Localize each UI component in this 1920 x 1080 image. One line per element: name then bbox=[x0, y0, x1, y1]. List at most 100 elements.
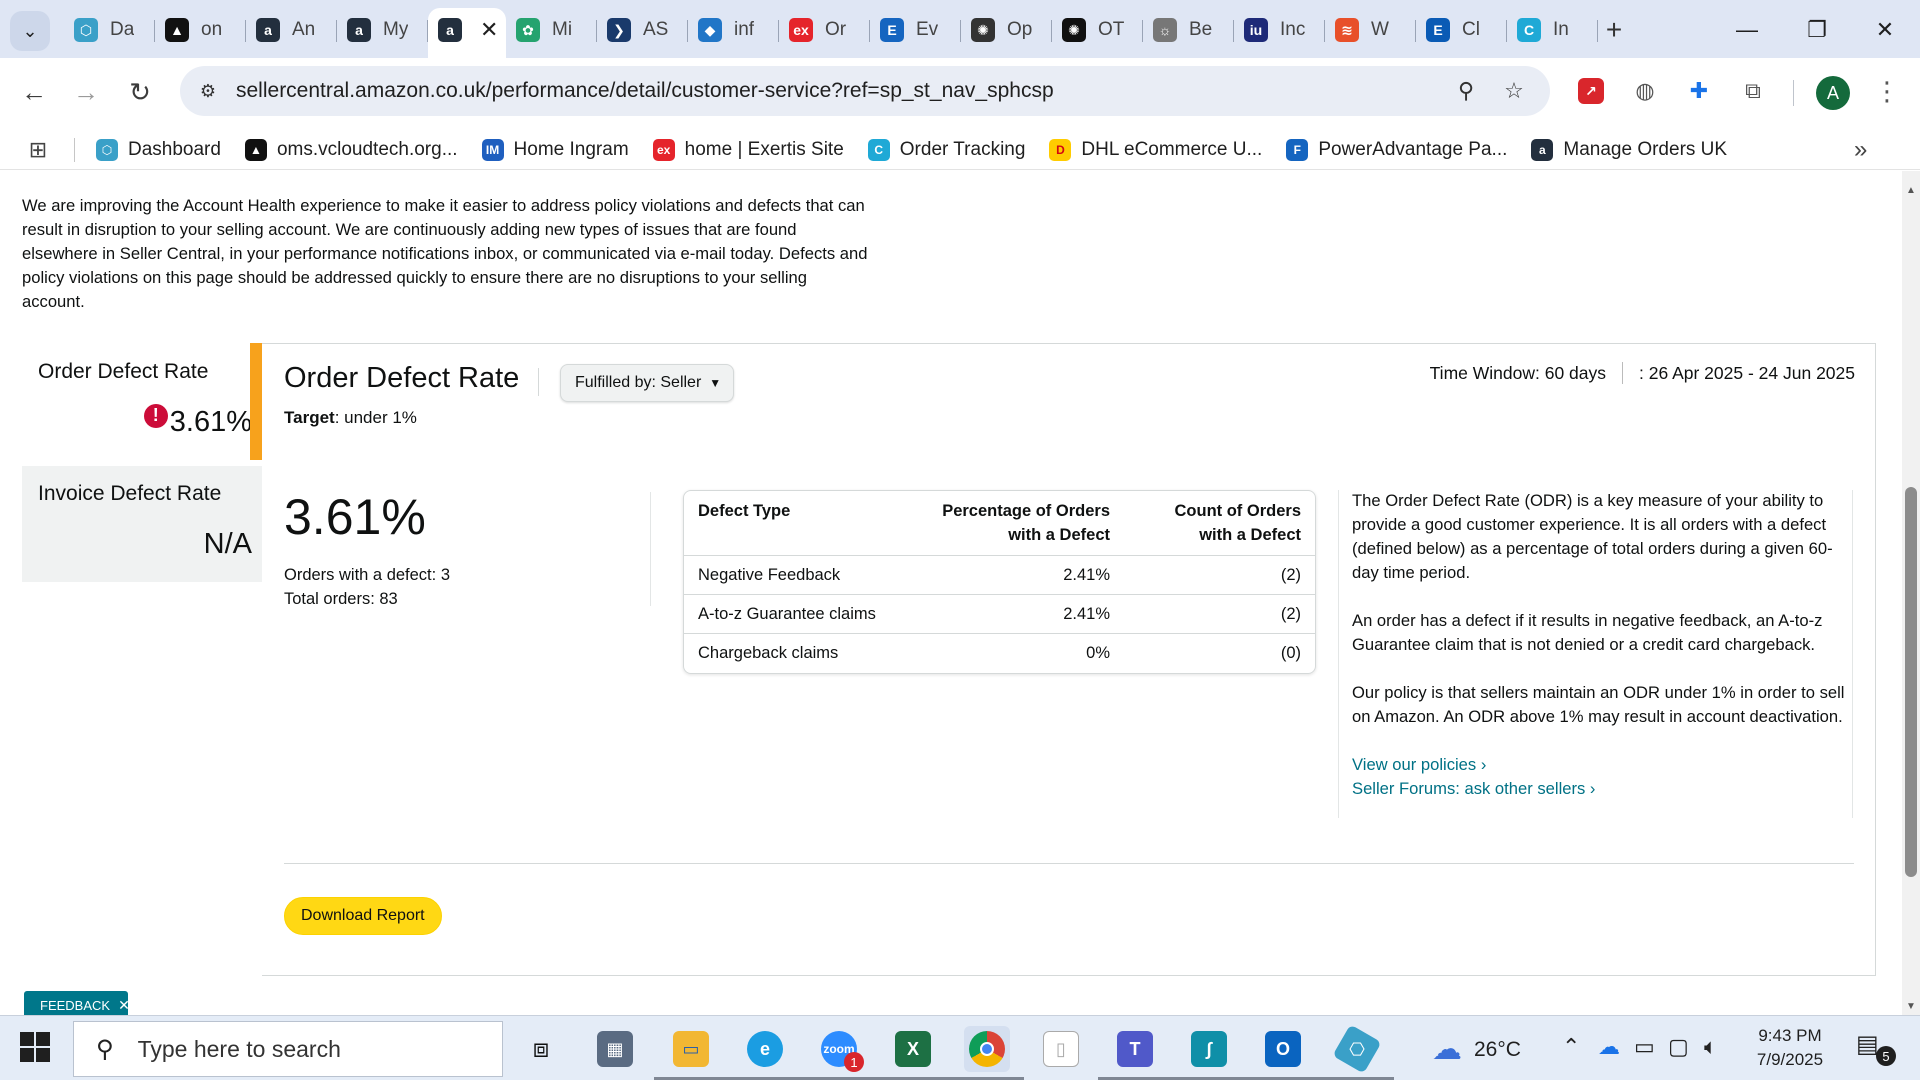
menu-kebab-icon[interactable]: ⋮ bbox=[1870, 74, 1904, 108]
vpn-extension-icon[interactable]: ✚ bbox=[1682, 74, 1716, 108]
bookmark-item[interactable]: F PowerAdvantage Pa... bbox=[1286, 136, 1507, 164]
table-cell: 2.41% bbox=[904, 556, 1124, 595]
bookmark-star-icon[interactable]: ☆ bbox=[1500, 77, 1528, 105]
more-bookmarks-chevron-icon[interactable]: » bbox=[1854, 136, 1867, 164]
fulfilled-by-dropdown[interactable]: Fulfilled by: Seller ▼ bbox=[560, 364, 734, 402]
tab-item[interactable]: ☼ Be bbox=[1143, 8, 1234, 52]
tab-item[interactable]: a An bbox=[246, 8, 337, 52]
clock-time: 9:43 PM bbox=[1758, 1026, 1822, 1045]
outlook-icon[interactable]: O bbox=[1246, 1026, 1320, 1080]
tab-item[interactable]: ✺ Op bbox=[961, 8, 1052, 52]
bookmark-item[interactable]: ex home | Exertis Site bbox=[652, 136, 844, 164]
battery-icon[interactable]: ▭ bbox=[1634, 1034, 1655, 1060]
table-cell: (2) bbox=[1124, 556, 1315, 595]
scroll-down-arrow-icon[interactable]: ▼ bbox=[1906, 1001, 1916, 1012]
forward-button[interactable]: → bbox=[66, 72, 106, 112]
zoom-app-icon[interactable]: zoom 1 bbox=[802, 1026, 876, 1080]
tab-item[interactable]: a My bbox=[337, 8, 428, 52]
scrollbar-thumb[interactable] bbox=[1905, 487, 1917, 877]
close-window-button[interactable]: ✕ bbox=[1860, 10, 1910, 50]
bookmark-label: Manage Orders UK bbox=[1563, 139, 1728, 160]
weather-widget[interactable]: ☁ 26°C bbox=[1432, 1032, 1521, 1067]
url-text[interactable]: sellercentral.amazon.co.uk/performance/d… bbox=[236, 79, 1054, 103]
tab-item[interactable]: ≋ W bbox=[1325, 8, 1416, 52]
chrome-icon[interactable] bbox=[950, 1026, 1024, 1080]
apps-grid-icon[interactable]: ⊞ bbox=[26, 137, 50, 162]
scroll-up-arrow-icon[interactable]: ▲ bbox=[1906, 185, 1916, 196]
globe-extension-icon[interactable]: ◍ bbox=[1628, 74, 1662, 108]
sidebar-item-value: N/A bbox=[203, 528, 252, 560]
tab-item[interactable]: ◆ inf bbox=[688, 8, 779, 52]
amazon-icon: a bbox=[1531, 139, 1554, 161]
alert-icon: ! bbox=[143, 403, 168, 428]
tab-item[interactable]: E Cl bbox=[1416, 8, 1507, 52]
notepad-icon[interactable]: ▯ bbox=[1038, 1026, 1084, 1072]
zoom-icon[interactable]: ⚲ bbox=[1452, 77, 1480, 105]
task-view-icon[interactable]: ⧈ bbox=[518, 1026, 564, 1072]
download-report-button[interactable]: Download Report bbox=[284, 897, 442, 935]
address-bar[interactable]: ⚙ sellercentral.amazon.co.uk/performance… bbox=[180, 66, 1550, 116]
reload-button[interactable]: ↻ bbox=[120, 72, 160, 112]
tab-item[interactable]: E Ev bbox=[870, 8, 961, 52]
view-policies-link[interactable]: View our policies › bbox=[1352, 753, 1856, 777]
bulb-icon: ☼ bbox=[1153, 18, 1177, 42]
back-button[interactable]: ← bbox=[14, 72, 54, 112]
taskbar-search-input[interactable]: ⚲ Type here to search bbox=[73, 1021, 503, 1077]
tab-item[interactable]: ❯ AS bbox=[597, 8, 688, 52]
tab-item[interactable]: C In bbox=[1507, 8, 1598, 52]
sway-app-icon[interactable]: ∫ bbox=[1172, 1026, 1246, 1080]
minimize-button[interactable]: — bbox=[1722, 10, 1772, 50]
profile-avatar[interactable]: A bbox=[1816, 76, 1850, 110]
table-header-row: Defect Type Percentage of Orders with a … bbox=[684, 491, 1315, 556]
tab-item[interactable]: ✺ OT bbox=[1052, 8, 1143, 52]
date-range: : 26 Apr 2025 - 24 Jun 2025 bbox=[1639, 362, 1855, 383]
new-tab-button[interactable]: + bbox=[1596, 12, 1632, 48]
bookmark-item[interactable]: ▲ oms.vcloudtech.org... bbox=[244, 136, 458, 164]
tab-item[interactable]: ex Or bbox=[779, 8, 870, 52]
bookmark-item[interactable]: C Order Tracking bbox=[867, 136, 1025, 164]
tab-active[interactable]: a ✕ bbox=[428, 8, 506, 58]
calculator-icon[interactable]: ▦ bbox=[592, 1026, 638, 1072]
bookmarks-bar: ⊞ ⬡ Dashboard ▲ oms.vcloudtech.org... IM Home… bbox=[0, 130, 1920, 170]
sidebar-item-order-defect-rate[interactable]: Order Defect Rate ! 3.61% bbox=[22, 344, 262, 460]
hexagon-app-icon[interactable]: ⬡ bbox=[1320, 1024, 1394, 1080]
bookmark-item[interactable]: IM Home Ingram bbox=[481, 136, 629, 164]
tab-search-button[interactable]: ⌄ bbox=[10, 11, 50, 51]
bookmarks-separator bbox=[74, 138, 75, 162]
tab-item[interactable]: ✿ Mi bbox=[506, 8, 597, 52]
active-indicator bbox=[250, 343, 262, 460]
bookmark-item[interactable]: D DHL eCommerce U... bbox=[1049, 136, 1262, 164]
tab-title: on bbox=[201, 19, 223, 40]
notification-center-icon[interactable]: ▤ 5 bbox=[1856, 1030, 1896, 1066]
page-scrollbar[interactable]: ▲ ▼ bbox=[1902, 171, 1920, 1015]
excel-icon[interactable]: X bbox=[876, 1026, 950, 1080]
teams-icon[interactable]: T bbox=[1098, 1026, 1172, 1080]
extensions-puzzle-icon[interactable]: ⧉ bbox=[1736, 74, 1770, 108]
network-icon[interactable]: ▢ bbox=[1668, 1034, 1689, 1060]
restore-button[interactable]: ❐ bbox=[1792, 10, 1842, 50]
volume-icon[interactable]: 🔈︎ bbox=[1704, 1034, 1717, 1060]
tab-item[interactable]: ▲ on bbox=[155, 8, 246, 52]
site-info-icon[interactable]: ⚙ bbox=[194, 77, 222, 105]
sidebar-item-invoice-defect-rate[interactable]: Invoice Defect Rate N/A bbox=[22, 466, 262, 582]
tab-close-icon[interactable]: ✕ bbox=[480, 17, 498, 43]
bookmark-label: Dashboard bbox=[128, 139, 221, 160]
amazon-icon: a bbox=[347, 18, 371, 42]
layers-icon: ≋ bbox=[1335, 18, 1359, 42]
taskbar-clock[interactable]: 9:43 PM 7/9/2025 bbox=[1740, 1024, 1840, 1072]
tray-chevron-up-icon[interactable]: ⌃ bbox=[1562, 1034, 1580, 1060]
bookmark-item[interactable]: ⬡ Dashboard bbox=[96, 136, 221, 164]
onedrive-icon[interactable]: ☁ bbox=[1598, 1034, 1620, 1060]
edge-icon[interactable]: e bbox=[728, 1026, 802, 1080]
tab-item[interactable]: ⬡ Da bbox=[64, 8, 155, 52]
seller-forums-link[interactable]: Seller Forums: ask other sellers › bbox=[1352, 777, 1856, 801]
file-explorer-icon[interactable]: ▭ bbox=[654, 1026, 728, 1080]
iu-icon: iu bbox=[1244, 18, 1268, 42]
pdf-extension-icon[interactable]: ↗ bbox=[1574, 74, 1608, 108]
bookmark-item[interactable]: a Manage Orders UK bbox=[1531, 136, 1727, 164]
windows-start-icon[interactable] bbox=[20, 1032, 50, 1062]
tab-item[interactable]: iu Inc bbox=[1234, 8, 1325, 52]
time-window-divider bbox=[1622, 362, 1623, 384]
close-icon[interactable]: ✕ bbox=[118, 997, 130, 1014]
tab-title: OT bbox=[1098, 19, 1125, 40]
